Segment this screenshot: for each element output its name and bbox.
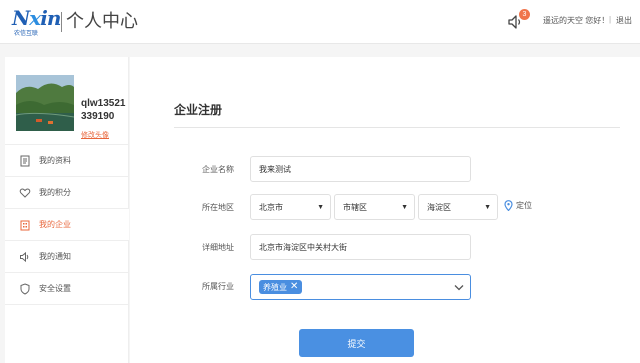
sidebar-menu: 我的资料 我的积分 我的企业 我的通知 安全设置 bbox=[5, 145, 129, 305]
province-value: 北京市 bbox=[259, 202, 283, 212]
document-icon bbox=[20, 155, 30, 166]
submit-button[interactable]: 提交 bbox=[299, 329, 414, 357]
company-name-value: 我来测试 bbox=[259, 164, 291, 174]
logout-link[interactable]: 退出 bbox=[616, 15, 632, 26]
dropdown-triangle-icon: ▼ bbox=[484, 204, 491, 211]
chevron-down-icon[interactable] bbox=[454, 284, 464, 291]
district-select[interactable]: 海淀区 ▼ bbox=[418, 194, 498, 220]
city-select[interactable]: 市辖区 ▼ bbox=[334, 194, 415, 220]
header-separator: | bbox=[609, 15, 612, 24]
city-value: 市辖区 bbox=[343, 202, 367, 212]
address-value: 北京市海淀区中关村大街 bbox=[259, 242, 347, 252]
industry-multiselect[interactable]: 养殖业 ✕ bbox=[250, 274, 471, 300]
industry-tag-label: 养殖业 bbox=[263, 282, 287, 292]
sidebar-item-security[interactable]: 安全设置 bbox=[5, 273, 129, 305]
sidebar-item-label: 安全设置 bbox=[39, 284, 71, 293]
nxin-logo[interactable]: Nxin 农信互联 bbox=[12, 6, 61, 37]
sidebar-item-notifications[interactable]: 我的通知 bbox=[5, 241, 129, 273]
remove-tag-icon[interactable]: ✕ bbox=[290, 282, 298, 292]
enterprise-icon bbox=[20, 220, 30, 230]
logo-text: Nxin bbox=[12, 6, 61, 30]
profile-card: qlw13521339190 修改头像 bbox=[5, 57, 129, 145]
sidebar-item-label: 我的企业 bbox=[39, 220, 71, 229]
main-panel: 企业注册 企业名称 我来测试 所在地区 北京市 ▼ 市辖区 ▼ 海淀区 ▼ 定位… bbox=[130, 57, 640, 363]
user-greeting: 遥远的天空 您好！ bbox=[543, 16, 610, 25]
top-header: Nxin 农信互联 个人中心 3 遥远的天空 您好！ | 退出 bbox=[0, 0, 640, 44]
address-input[interactable]: 北京市海淀区中关村大街 bbox=[250, 234, 471, 260]
company-name-input[interactable]: 我来测试 bbox=[250, 156, 471, 182]
company-name-label: 企业名称 bbox=[202, 165, 234, 174]
location-pin-icon bbox=[504, 200, 513, 211]
sidebar-item-enterprise[interactable]: 我的企业 bbox=[5, 209, 129, 241]
locate-button[interactable]: 定位 bbox=[504, 200, 532, 211]
shield-icon bbox=[20, 282, 30, 295]
sidebar-item-profile[interactable]: 我的资料 bbox=[5, 145, 129, 177]
header-divider bbox=[61, 12, 62, 32]
address-label: 详细地址 bbox=[202, 243, 234, 252]
avatar bbox=[16, 75, 74, 131]
locate-label: 定位 bbox=[516, 201, 532, 210]
page-title: 企业注册 bbox=[174, 103, 223, 117]
sidebar-item-label: 我的积分 bbox=[39, 188, 71, 197]
dropdown-triangle-icon: ▼ bbox=[401, 204, 408, 211]
industry-tag: 养殖业 ✕ bbox=[259, 280, 303, 294]
notification-badge: 3 bbox=[519, 9, 530, 20]
sidebar-item-points[interactable]: 我的积分 bbox=[5, 177, 129, 209]
region-label: 所在地区 bbox=[202, 203, 234, 212]
heart-icon bbox=[19, 188, 31, 198]
logo-subtext: 农信互联 bbox=[14, 31, 39, 37]
sidebar-item-label: 我的资料 bbox=[39, 156, 71, 165]
speaker-icon bbox=[20, 251, 29, 262]
dropdown-triangle-icon: ▼ bbox=[317, 204, 324, 211]
district-value: 海淀区 bbox=[427, 202, 451, 212]
title-divider bbox=[174, 127, 620, 128]
industry-label: 所属行业 bbox=[202, 282, 234, 291]
change-avatar-link[interactable]: 修改头像 bbox=[81, 130, 109, 140]
sidebar: qlw13521339190 修改头像 我的资料 我的积分 我的企业 我的通知 … bbox=[5, 57, 129, 363]
province-select[interactable]: 北京市 ▼ bbox=[250, 194, 331, 220]
username: qlw13521339190 bbox=[81, 98, 126, 122]
page-header-title: 个人中心 bbox=[66, 11, 138, 31]
sidebar-item-label: 我的通知 bbox=[39, 252, 71, 261]
